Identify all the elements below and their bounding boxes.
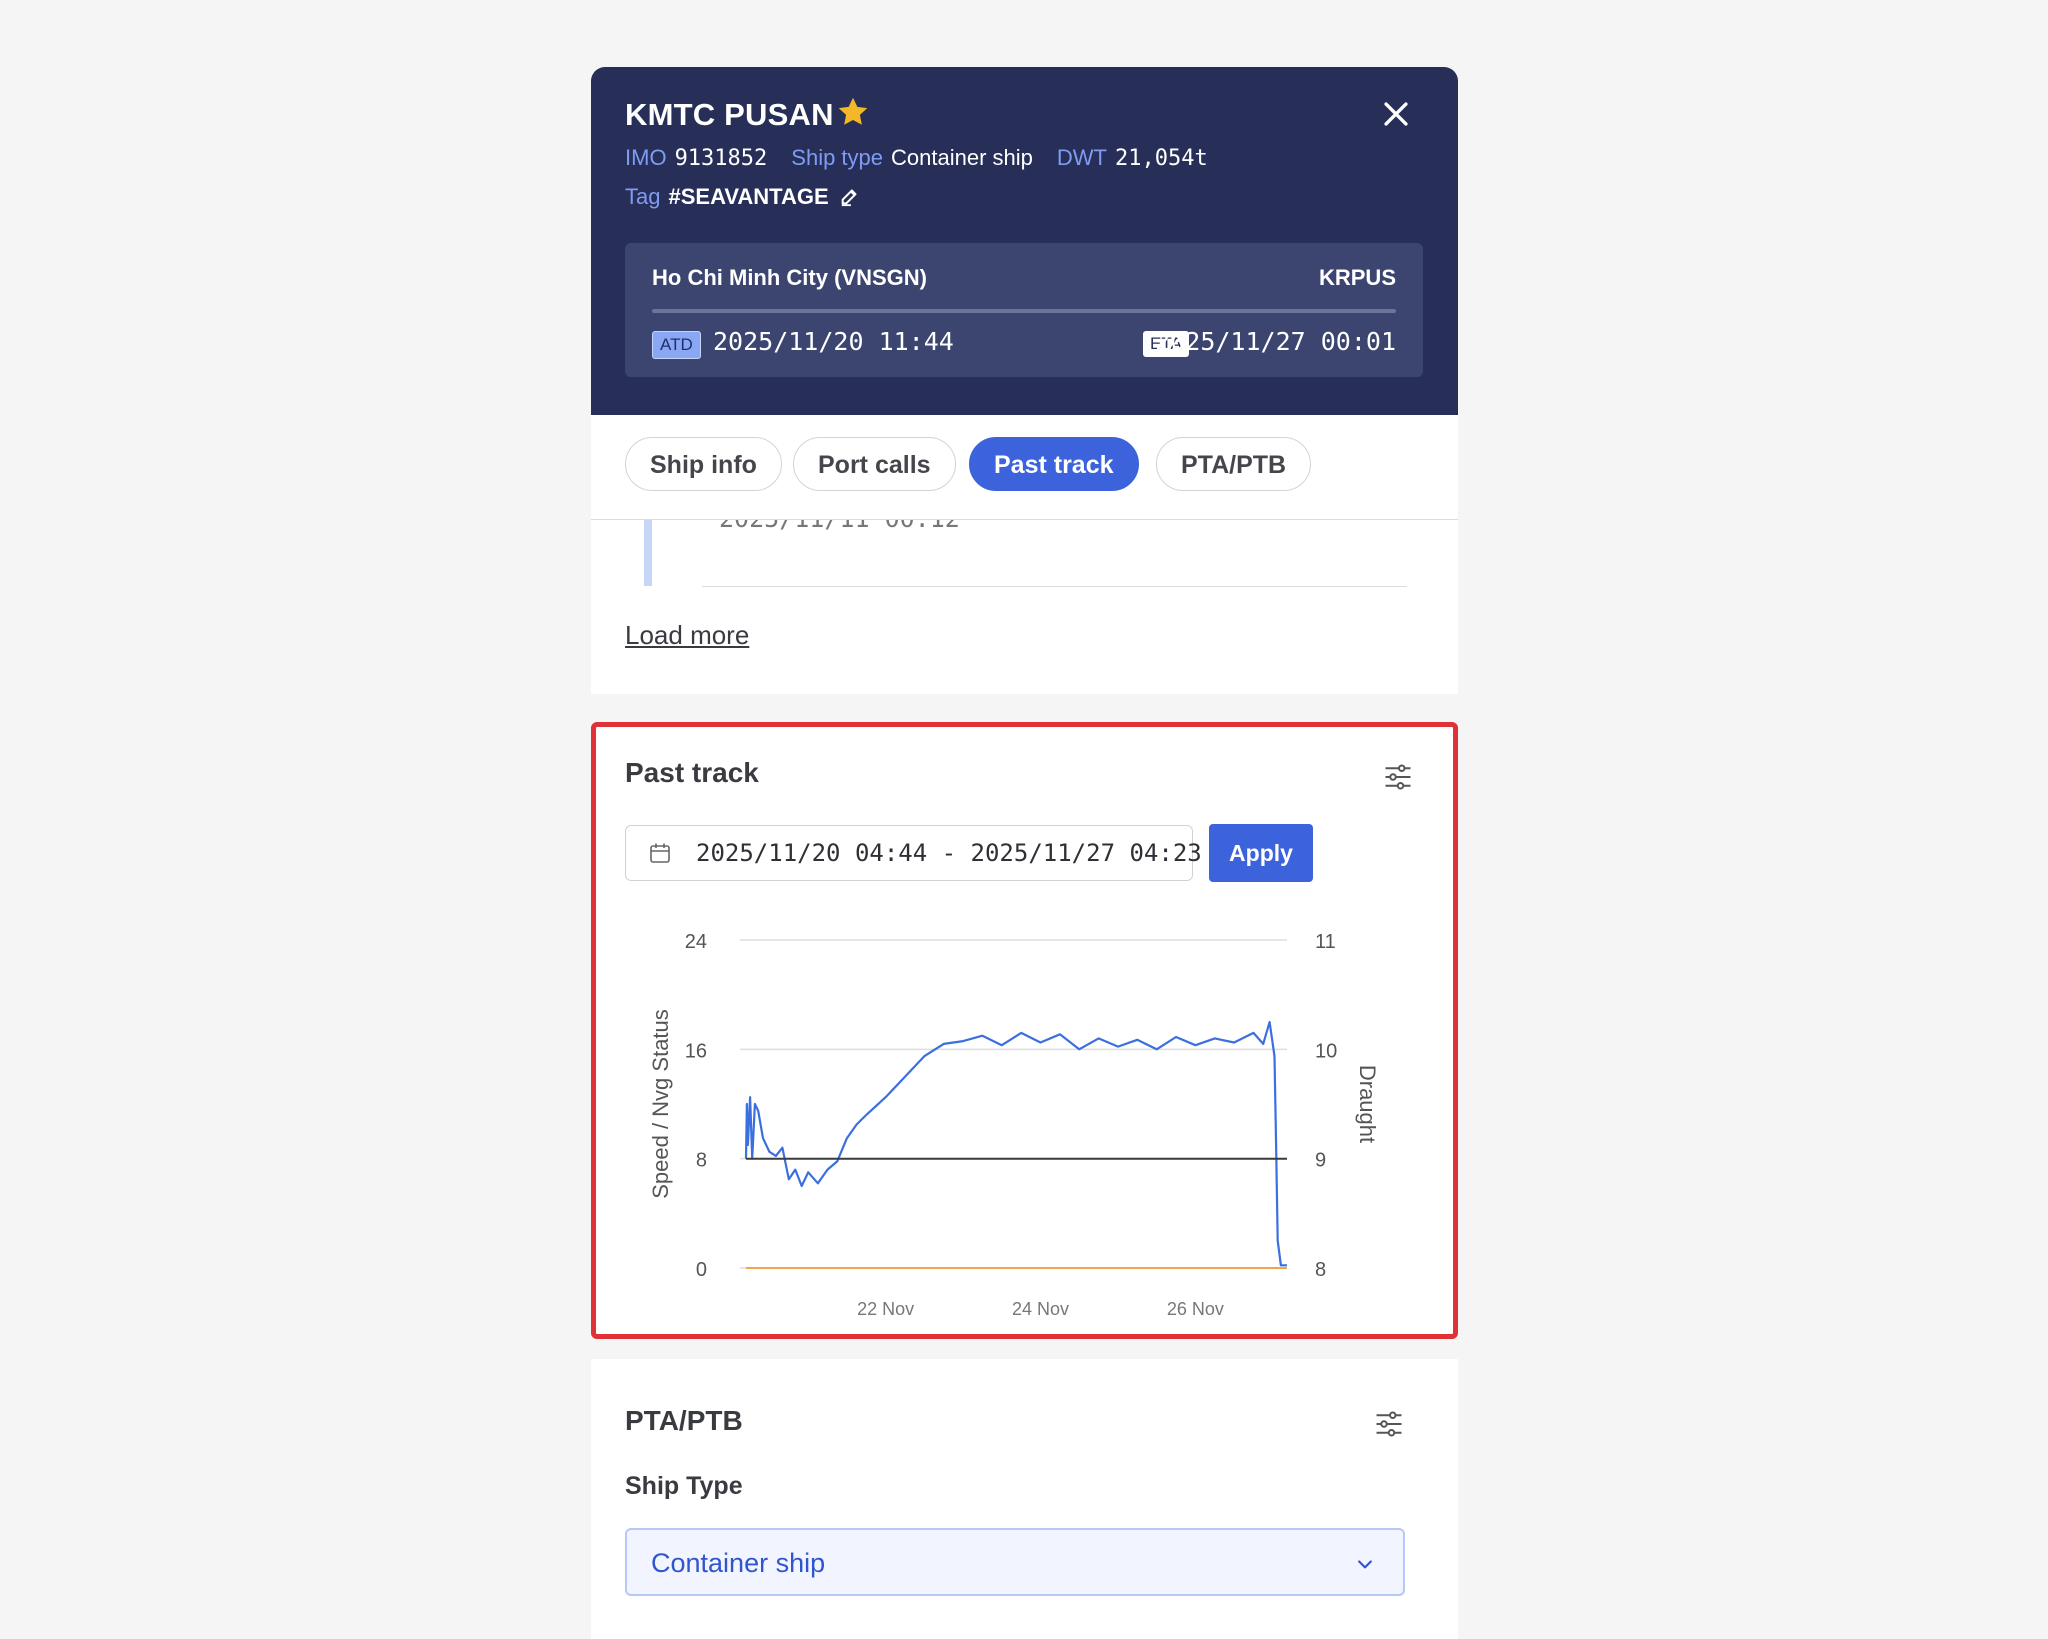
tab-bar: Ship info Port calls Past track PTA/PTB — [591, 415, 1458, 520]
tab-pta-ptb[interactable]: PTA/PTB — [1156, 437, 1312, 491]
tab-ship-info[interactable]: Ship info — [625, 437, 782, 491]
edit-icon[interactable] — [839, 185, 861, 207]
y2-tick-label: 10 — [1315, 1040, 1337, 1062]
past-track-chart: 0 8 16 24 8 9 10 11 22 Nov 24 Nov 26 Nov Speed / Nv… — [648, 931, 1380, 1319]
ship-type-label: Ship Type — [625, 1472, 743, 1500]
ship-type-selected: Container ship — [651, 1548, 826, 1578]
tag-label: Tag — [625, 184, 661, 209]
tab-port-calls[interactable]: Port calls — [793, 437, 956, 491]
tag-value: #SEAVANTAGE — [668, 184, 829, 209]
y2-axis-label: Draught — [1355, 1065, 1380, 1143]
ship-type-value: Container ship — [891, 145, 1033, 170]
y2-tick-label: 9 — [1315, 1150, 1326, 1172]
eta-time: 2025/11/27 00:01 — [1155, 327, 1396, 356]
departure-port: Ho Chi Minh City (VNSGN) — [652, 265, 927, 290]
y-axis-label: Speed / Nvg Status — [648, 1009, 673, 1199]
route-progress-bar — [652, 309, 1396, 313]
x-tick-label: 26 Nov — [1167, 1299, 1224, 1319]
pta-ptb-title: PTA/PTB — [625, 1405, 743, 1436]
x-tick-label: 24 Nov — [1012, 1299, 1069, 1319]
pta-ptb-card: PTA/PTB Ship Type Container ship — [591, 1359, 1458, 1639]
y2-tick-label: 11 — [1315, 931, 1336, 953]
tab-past-track[interactable]: Past track — [969, 437, 1139, 491]
y-tick-label: 0 — [696, 1259, 707, 1281]
chevron-down-icon — [1358, 1560, 1372, 1569]
y-tick-label: 16 — [685, 1040, 707, 1062]
dwt-value: 21,054t — [1114, 146, 1208, 171]
load-more-link[interactable]: Load more — [625, 620, 749, 651]
star-icon[interactable] — [835, 94, 871, 130]
close-icon[interactable] — [1379, 97, 1413, 131]
series-line-speed — [744, 1020, 1287, 1267]
timeline-line — [644, 520, 652, 586]
tag-row: Tag #SEAVANTAGE — [625, 184, 861, 210]
past-track-card: Past track 2025/11/20 04:44 - 2025/11/27… — [591, 722, 1458, 1339]
port-calls-list-tail: 2025/11/11 00:12 Load more — [591, 520, 1458, 694]
y-tick-label: 24 — [685, 931, 707, 953]
atd-time: 2025/11/20 11:44 — [713, 327, 954, 356]
ship-type-label: Ship type — [791, 145, 884, 170]
atd-badge: ATD — [652, 331, 701, 359]
imo-label: IMO — [625, 145, 667, 170]
ship-type-select[interactable]: Container ship — [625, 1528, 1405, 1596]
ship-name: KMTC PUSAN — [625, 97, 834, 132]
divider — [702, 586, 1407, 587]
y2-tick-label: 8 — [1315, 1259, 1326, 1281]
partial-timestamp: 2025/11/11 00:12 — [719, 520, 960, 533]
settings-sliders-icon[interactable] — [1374, 1409, 1404, 1439]
dwt-label: DWT — [1056, 145, 1107, 170]
arrival-port: KRPUS — [1318, 265, 1396, 290]
x-tick-label: 22 Nov — [857, 1299, 914, 1319]
ship-header: KMTC PUSAN IMO 9131852 Ship type Container … — [591, 67, 1458, 415]
ship-detail-panel: KMTC PUSAN IMO 9131852 Ship type Container … — [591, 67, 1458, 1639]
voyage-route: Ho Chi Minh City (VNSGN) KRPUS ATD 2025/… — [625, 243, 1423, 377]
y-tick-label: 8 — [696, 1150, 707, 1172]
ship-meta-row: IMO 9131852 Ship type Container ship DWT 21,0… — [625, 145, 1232, 171]
imo-value: 9131852 — [674, 146, 768, 171]
